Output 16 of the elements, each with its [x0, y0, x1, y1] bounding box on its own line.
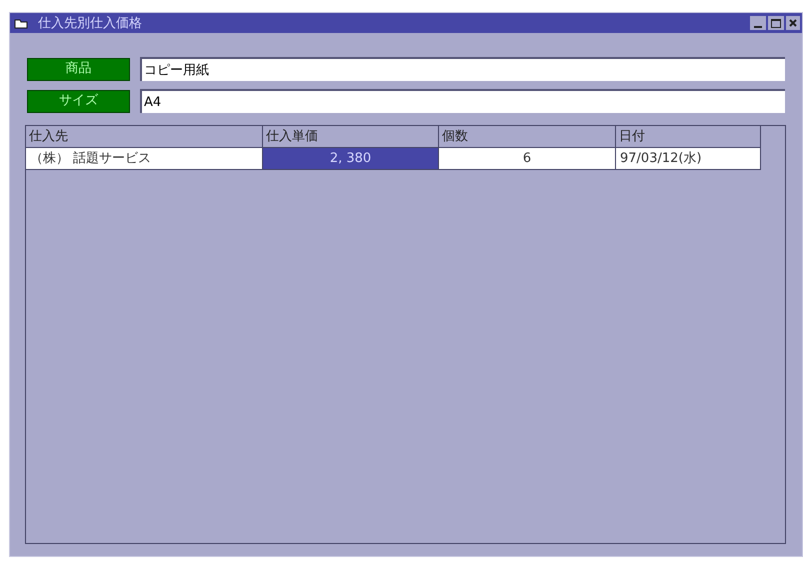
folder-icon	[14, 18, 28, 28]
minimize-button[interactable]	[750, 16, 766, 30]
field-label: 商品	[27, 58, 130, 80]
table-cell[interactable]: 6	[439, 148, 616, 170]
maximize-icon	[771, 18, 781, 28]
table-cell[interactable]: 2, 380	[263, 148, 439, 170]
close-icon	[789, 19, 797, 27]
input-field[interactable]: A4	[140, 89, 785, 113]
table-cell[interactable]: （株） 話題サービス	[26, 148, 263, 170]
table-cell[interactable]: 97/03/12(水)	[616, 148, 761, 170]
maximize-button[interactable]	[768, 16, 784, 30]
field-label: サイズ	[27, 90, 130, 112]
minimize-icon	[754, 26, 762, 28]
close-button[interactable]	[786, 16, 800, 30]
window-title: 仕入先別仕入価格	[38, 16, 142, 30]
input-field[interactable]: コピー用紙	[140, 57, 785, 81]
